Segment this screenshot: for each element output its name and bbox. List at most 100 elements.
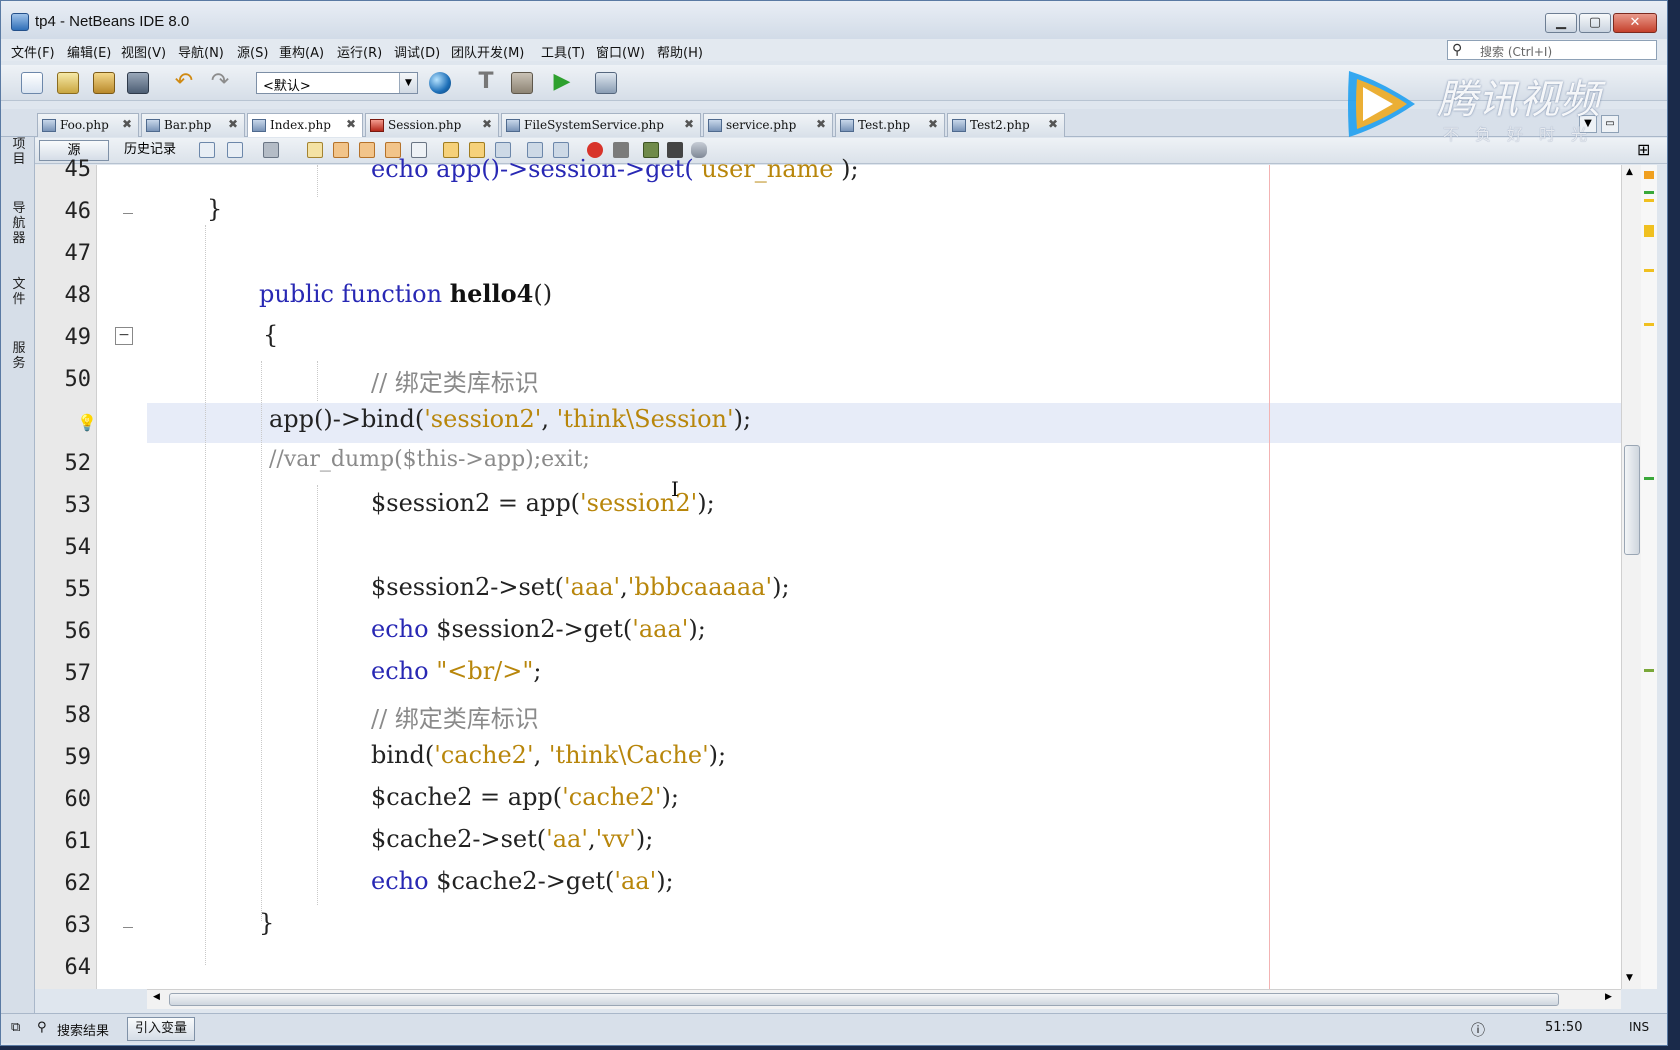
tab-test2[interactable]: Test2.php ✖ [947, 113, 1065, 137]
code-string: 'session2' [580, 489, 698, 517]
close-tab-icon[interactable]: ✖ [1048, 117, 1058, 131]
close-button[interactable]: ✕ [1613, 13, 1657, 33]
panel-tab-navigator[interactable]: 导航器 [11, 201, 27, 246]
menu-window[interactable]: 窗口(W) [596, 42, 645, 61]
code-keyword: public function [259, 280, 450, 308]
close-tab-icon[interactable]: ✖ [928, 117, 938, 131]
warning-mark[interactable] [1644, 199, 1654, 202]
code-token: $cache2 = app( [371, 783, 563, 811]
menu-navigate[interactable]: 导航(N) [178, 42, 224, 61]
warning-mark[interactable] [1644, 171, 1654, 179]
close-tab-icon[interactable]: ✖ [816, 117, 826, 131]
indent-guide [205, 225, 206, 965]
history-view-button[interactable]: 历史记录 [115, 140, 185, 161]
last-edit-icon[interactable] [199, 142, 215, 158]
open-project-icon[interactable] [93, 72, 115, 94]
close-tab-icon[interactable]: ✖ [122, 117, 132, 131]
forward-icon[interactable] [263, 142, 279, 158]
scroll-down-icon[interactable]: ▼ [1626, 973, 1633, 983]
config-select[interactable]: <默认> ▼ [256, 72, 418, 94]
code-string: 'cache2' [434, 741, 534, 769]
new-file-icon[interactable] [21, 72, 43, 94]
notifications-icon[interactable]: ⓘ [1471, 1020, 1485, 1040]
config-value: <默认> [263, 79, 311, 94]
warning-mark[interactable] [1644, 323, 1654, 326]
clean-build-icon[interactable] [511, 72, 533, 94]
panel-tab-files[interactable]: 文件 [11, 277, 27, 307]
menu-file[interactable]: 文件(F) [11, 42, 55, 61]
scroll-left-icon[interactable]: ◀ [153, 992, 160, 1002]
video-watermark: 腾讯视频 不负好时光 [1341, 63, 1641, 147]
panel-tab-services[interactable]: 服务 [11, 341, 27, 371]
find-previous-icon[interactable] [333, 142, 349, 158]
back-icon[interactable] [227, 142, 243, 158]
tab-filesystemservice[interactable]: FileSystemService.php ✖ [501, 113, 701, 137]
search-input[interactable]: ⚲ 搜索 (Ctrl+I) [1447, 40, 1657, 60]
horizontal-scroll-thumb[interactable] [169, 993, 1559, 1006]
restore-output-icon[interactable]: ⧉ [11, 1020, 20, 1035]
menu-view[interactable]: 视图(V) [121, 42, 166, 61]
debug-icon[interactable] [595, 72, 617, 94]
caret-position: 51:50 [1545, 1020, 1583, 1035]
warning-mark[interactable] [1644, 269, 1654, 272]
code-line: echo $cache2->get('aa'); [371, 867, 674, 895]
vertical-scroll-thumb[interactable] [1624, 445, 1640, 555]
tab-service[interactable]: service.php ✖ [703, 113, 833, 137]
menu-source[interactable]: 源(S) [237, 42, 268, 61]
close-tab-icon[interactable]: ✖ [346, 117, 356, 131]
change-mark[interactable] [1644, 669, 1654, 672]
introduce-variable-tab[interactable]: 引入变量 [127, 1017, 195, 1041]
scroll-up-icon[interactable]: ▲ [1626, 167, 1633, 177]
maximize-button[interactable]: ▢ [1579, 13, 1611, 33]
vertical-scrollbar[interactable]: ▲ ▼ [1621, 165, 1641, 989]
change-mark[interactable] [1644, 191, 1654, 194]
search-results-tab[interactable]: 搜索结果 [57, 1020, 109, 1039]
run-icon[interactable]: ▶ [551, 71, 573, 94]
menu-run[interactable]: 运行(R) [337, 42, 382, 61]
close-tab-icon[interactable]: ✖ [482, 117, 492, 131]
horizontal-scrollbar[interactable]: ◀ ▶ [147, 989, 1621, 1009]
php-error-file-icon [370, 119, 384, 132]
code-token: $session2->get( [436, 615, 633, 643]
new-project-icon[interactable] [57, 72, 79, 94]
browser-globe-icon[interactable] [429, 72, 451, 94]
code-function-name: hello4 [449, 279, 534, 308]
redo-icon[interactable]: ↷ [209, 71, 231, 94]
tab-test[interactable]: Test.php ✖ [835, 113, 945, 137]
menu-help[interactable]: 帮助(H) [657, 42, 703, 61]
build-hammer-icon[interactable]: T [475, 71, 497, 94]
tab-foo[interactable]: Foo.php ✖ [37, 113, 139, 137]
code-token: , [533, 741, 549, 769]
tab-label: Test2.php [970, 118, 1030, 132]
fold-collapse-icon[interactable]: − [115, 327, 133, 345]
menu-refactor[interactable]: 重构(A) [279, 42, 324, 61]
close-tab-icon[interactable]: ✖ [228, 117, 238, 131]
hint-lightbulb-icon[interactable]: 💡 [77, 413, 97, 432]
save-all-icon[interactable] [127, 72, 149, 94]
title-bar: tp4 - NetBeans IDE 8.0 ▁ ▢ ✕ [1, 1, 1667, 43]
code-keyword: echo [371, 657, 437, 685]
indent-guide [317, 485, 318, 905]
code-token: ); [697, 489, 715, 517]
menu-team[interactable]: 团队开发(M) [451, 42, 524, 61]
close-tab-icon[interactable]: ✖ [684, 117, 694, 131]
menu-tools[interactable]: 工具(T) [541, 42, 585, 61]
error-stripe[interactable] [1641, 165, 1657, 989]
panel-tab-projects[interactable]: 项目 [11, 137, 27, 167]
code-string: 'bbbcaaaaa' [627, 573, 773, 601]
warning-mark[interactable] [1644, 225, 1654, 237]
code-line: } [259, 909, 275, 937]
menu-edit[interactable]: 编辑(E) [67, 42, 111, 61]
scroll-right-icon[interactable]: ▶ [1605, 992, 1612, 1002]
change-mark[interactable] [1644, 477, 1654, 480]
find-selection-icon[interactable] [307, 142, 323, 158]
line-number: 46 [64, 199, 92, 224]
code-line: { [263, 321, 279, 349]
tab-session[interactable]: Session.php ✖ [365, 113, 499, 137]
undo-icon[interactable]: ↶ [173, 71, 195, 94]
tab-index[interactable]: Index.php ✖ [247, 113, 363, 137]
menu-debug[interactable]: 调试(D) [394, 42, 440, 61]
minimize-button[interactable]: ▁ [1545, 13, 1577, 33]
tab-bar[interactable]: Bar.php ✖ [141, 113, 245, 137]
mouse-text-cursor: I [671, 477, 679, 501]
